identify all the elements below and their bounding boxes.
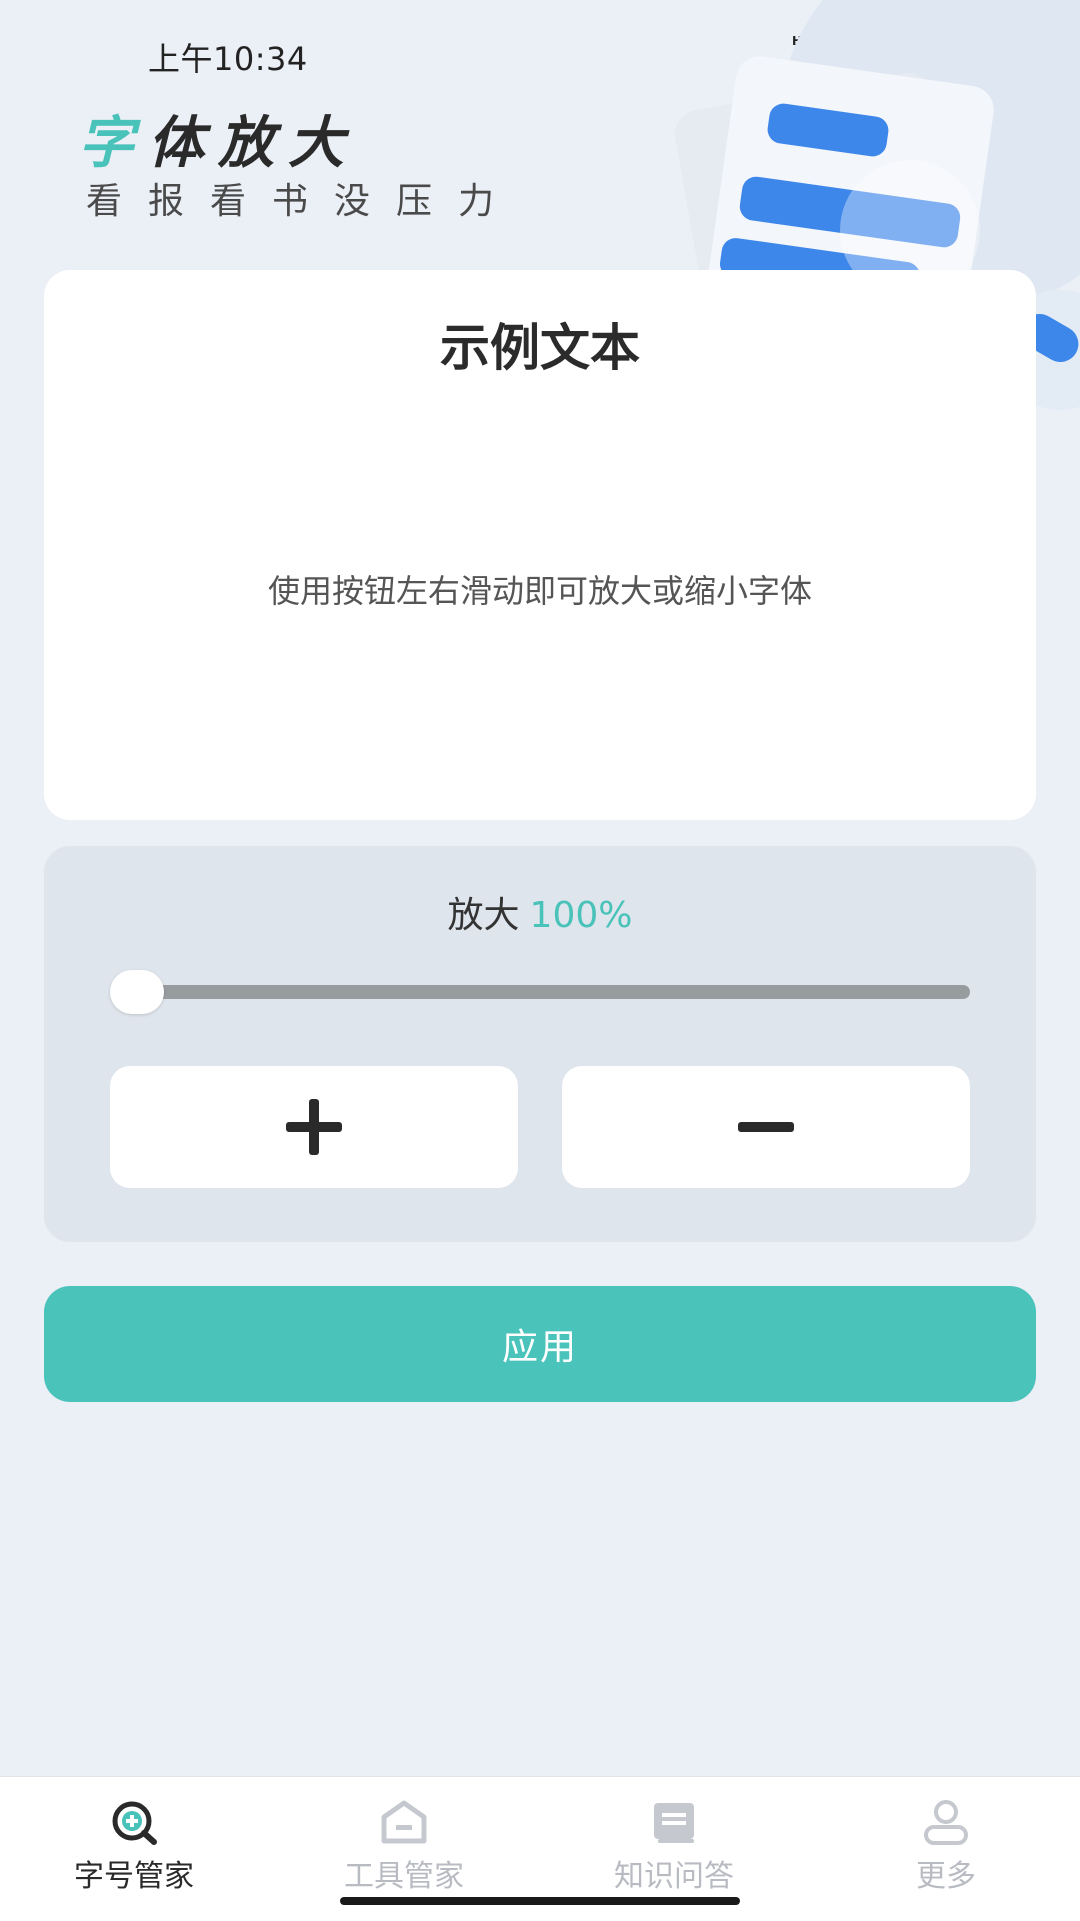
app-title-rest: 体放大 <box>148 111 358 176</box>
app-title-accent: 字 <box>78 111 148 176</box>
network-label: HD <box>792 34 813 48</box>
nav-item-font-size[interactable]: 字号管家 <box>34 1799 234 1895</box>
toolbox-icon <box>381 1800 427 1844</box>
zoom-label: 放大 <box>447 895 520 936</box>
sample-title: 示例文本 <box>440 319 640 377</box>
zoom-value: 100% <box>529 895 633 936</box>
nav-label: 知识问答 <box>614 1859 734 1894</box>
qa-book-icon <box>654 1803 694 1843</box>
battery-level: 8 <box>961 45 973 67</box>
zoom-in-button[interactable] <box>110 1066 518 1188</box>
status-icons: HD HD 8 <box>792 34 1030 74</box>
zoom-panel: 放大 100% <box>44 846 1036 1242</box>
wifi-icon <box>880 42 922 71</box>
slider-thumb[interactable] <box>110 970 164 1014</box>
nav-item-more[interactable]: 更多 <box>846 1799 1046 1895</box>
zoom-indicator: 放大 100% <box>44 886 1036 938</box>
app-title: 字体放大 <box>78 98 358 179</box>
nav-item-qa[interactable]: 知识问答 <box>574 1799 774 1895</box>
charging-icon <box>1014 42 1028 70</box>
sample-text: 使用按钮左右滑动即可放大或缩小字体 <box>267 572 812 610</box>
nav-label: 更多 <box>916 1859 976 1894</box>
nav-label: 工具管家 <box>344 1859 464 1894</box>
status-time: 上午10:34 <box>148 40 308 78</box>
app-slogan: 看报看书没压力 <box>86 181 521 222</box>
sample-card: 示例文本 使用按钮左右滑动即可放大或缩小字体 <box>44 270 1036 820</box>
nav-label: 字号管家 <box>74 1859 194 1894</box>
user-icon <box>924 1800 968 1845</box>
battery-icon: 8 <box>936 44 1003 68</box>
nav-item-tools[interactable]: 工具管家 <box>304 1799 504 1895</box>
signal-icon: HD <box>792 34 823 70</box>
home-indicator[interactable] <box>340 1897 740 1905</box>
zoom-out-button[interactable] <box>562 1066 970 1188</box>
font-size-slider[interactable] <box>110 970 970 1014</box>
network-label: HD <box>835 34 856 48</box>
slider-track[interactable] <box>110 985 970 999</box>
apply-button[interactable]: 应用 <box>44 1286 1036 1402</box>
magnifier-plus-icon <box>112 1801 157 1845</box>
signal-icon: HD <box>835 34 866 70</box>
